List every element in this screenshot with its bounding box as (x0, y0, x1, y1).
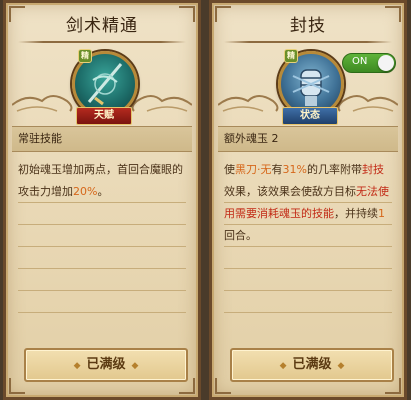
diamond-icon: ◆ (73, 361, 81, 371)
skill-toggle[interactable]: ON (342, 53, 396, 73)
toggle-knob (378, 55, 394, 71)
skill-name-highlight: 黑刀·无 (235, 163, 272, 176)
card-title: 剑术精通 (66, 16, 138, 36)
status-banner: 状态 (282, 107, 338, 125)
skill-description: 使黑刀·无有31%的几率附带封技效果，该效果会使敌方目标无法使用需要消耗魂玉的技… (224, 163, 389, 242)
skill-card-seal: 封技 ON 精 状态 额外魂玉 2 使黑刀·无有31%的几率附带封技效果，该效果… (209, 0, 407, 400)
chance-value: 31% (282, 163, 307, 176)
ruled-lines (18, 181, 186, 331)
max-level-button[interactable]: ◆ 已满级 ◆ (24, 348, 188, 382)
corner-ornament (9, 378, 25, 394)
title-divider (224, 41, 392, 43)
effect-name-highlight: 封技 (361, 163, 384, 176)
skill-card-sword-mastery: 剑术精通 精 天赋 常驻技能 初始魂玉增加两点，首回合魔眼的攻击力增加20%。 … (3, 0, 201, 400)
talent-banner: 天赋 (76, 107, 132, 125)
skill-description: 初始魂玉增加两点，首回合魔眼的攻击力增加20%。 (18, 163, 183, 198)
refined-tag: 精 (78, 49, 92, 63)
corner-ornament (215, 378, 231, 394)
title-divider (18, 41, 186, 43)
skill-cost-label: 额外魂玉 2 (218, 126, 398, 152)
duration-value: 1 (378, 207, 385, 220)
card-title: 封技 (290, 16, 326, 36)
refined-tag: 精 (284, 49, 298, 63)
max-level-button[interactable]: ◆ 已满级 ◆ (230, 348, 394, 382)
bonus-value: 20% (73, 185, 98, 198)
diamond-icon: ◆ (337, 361, 345, 371)
diamond-icon: ◆ (131, 361, 139, 371)
diamond-icon: ◆ (279, 361, 287, 371)
skill-type-label: 常驻技能 (12, 126, 192, 152)
